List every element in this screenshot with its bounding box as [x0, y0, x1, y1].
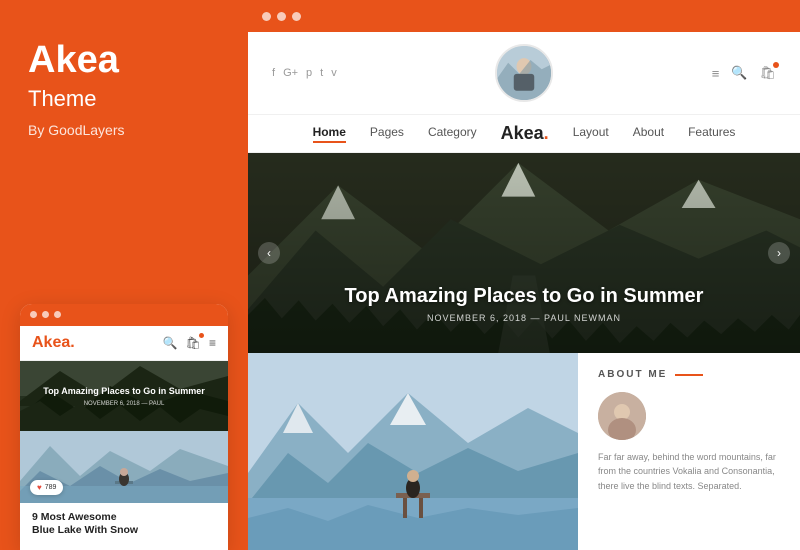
hero-title: Top Amazing Places to Go in Summer	[248, 285, 800, 308]
second-row: ABOUT ME Far far away, behind the word m…	[248, 353, 800, 550]
desktop-logo-dot: .	[544, 123, 549, 143]
desktop-logo: Akea.	[501, 123, 549, 144]
heart-icon: ♥	[37, 483, 42, 492]
avatar	[495, 44, 553, 102]
mobile-logo-dot: .	[70, 334, 74, 351]
browser-dot-1	[262, 12, 271, 21]
mobile-menu-icon[interactable]: ≡	[209, 336, 216, 350]
social-google[interactable]: G+	[283, 67, 298, 79]
mobile-hero-content: Top Amazing Places to Go in Summer NOVEM…	[35, 385, 213, 407]
nav-right: ≡ 🔍 🛍	[712, 65, 776, 81]
about-avatar-svg	[598, 392, 646, 440]
menu-item-pages[interactable]: Pages	[370, 125, 404, 143]
mobile-hero-meta: NOVEMBER 6, 2018 — PAUL	[35, 401, 213, 407]
mobile-search-icon[interactable]: 🔍	[163, 336, 178, 350]
avatar-container	[353, 44, 696, 102]
menu-item-home[interactable]: Home	[313, 125, 346, 143]
mobile-hero-title: Top Amazing Places to Go in Summer	[35, 385, 213, 398]
about-title: ABOUT ME	[598, 369, 780, 380]
browser-top-bar	[248, 0, 800, 32]
mobile-logo-text: Akea	[32, 334, 70, 351]
mobile-dot-1	[30, 311, 37, 318]
social-pinterest[interactable]: p	[306, 67, 312, 79]
cart-icon[interactable]: 🛍	[759, 65, 776, 81]
cart-dot-badge	[773, 62, 779, 68]
social-facebook[interactable]: f	[272, 67, 275, 79]
browser-dot-2	[277, 12, 286, 21]
mobile-second-image: ♥ 789	[20, 431, 228, 503]
sidebar: Akea Theme By GoodLayers Akea. 🔍 🛍 ≡	[0, 0, 248, 550]
mobile-card-text: 9 Most Awesome Blue Lake With Snow	[20, 503, 228, 550]
hero-section: Top Amazing Places to Go in Summer NOVEM…	[248, 153, 800, 550]
mobile-dot-2	[42, 311, 49, 318]
mobile-dot-3	[54, 311, 61, 318]
hero-overlay	[248, 153, 800, 353]
lake-image	[248, 353, 578, 550]
mobile-cart-icon[interactable]: 🛍	[186, 336, 201, 350]
hamburger-icon[interactable]: ≡	[712, 66, 720, 81]
mobile-preview-card: Akea. 🔍 🛍 ≡ Top Amaz	[20, 304, 228, 550]
mobile-header-bar	[20, 304, 228, 326]
mobile-logo: Akea.	[32, 334, 75, 352]
mobile-card-title-line1: 9 Most Awesome	[32, 511, 216, 525]
browser-dot-3	[292, 12, 301, 21]
desktop-nav: f G+ p t v ≡	[248, 32, 800, 115]
brand-title: Akea	[28, 40, 220, 82]
mobile-nav: Akea. 🔍 🛍 ≡	[20, 326, 228, 361]
hero-prev-button[interactable]: ‹	[258, 242, 280, 264]
hero-content: Top Amazing Places to Go in Summer NOVEM…	[248, 285, 800, 323]
lake-svg	[248, 353, 578, 550]
menu-item-about[interactable]: About	[633, 125, 664, 143]
social-icons: f G+ p t v	[272, 67, 337, 79]
brand-subtitle: Theme	[28, 86, 220, 112]
mobile-card-title: 9 Most Awesome Blue Lake With Snow	[32, 511, 216, 538]
menu-item-layout[interactable]: Layout	[573, 125, 609, 143]
menu-item-features[interactable]: Features	[688, 125, 735, 143]
browser-area: f G+ p t v ≡	[248, 0, 800, 550]
about-avatar	[598, 392, 646, 440]
mobile-like-button[interactable]: ♥ 789	[30, 480, 63, 495]
mobile-card-title-line2: Blue Lake With Snow	[32, 524, 216, 538]
avatar-svg	[497, 44, 551, 102]
hero-next-button[interactable]: ›	[768, 242, 790, 264]
browser-content: f G+ p t v ≡	[248, 32, 800, 550]
main-content: Top Amazing Places to Go in Summer NOVEM…	[248, 153, 800, 550]
about-text: Far far away, behind the word mountains,…	[598, 450, 780, 493]
search-icon[interactable]: 🔍	[731, 65, 747, 81]
mobile-nav-icons: 🔍 🛍 ≡	[163, 336, 216, 350]
hero-slider: Top Amazing Places to Go in Summer NOVEM…	[248, 153, 800, 353]
menu-item-category[interactable]: Category	[428, 125, 477, 143]
mobile-cart-badge	[199, 333, 204, 338]
desktop-menu: Home Pages Category Akea. Layout About F…	[248, 115, 800, 153]
about-panel: ABOUT ME Far far away, behind the word m…	[578, 353, 800, 550]
social-twitter[interactable]: t	[320, 67, 323, 79]
hero-meta: NOVEMBER 6, 2018 — PAUL NEWMAN	[248, 313, 800, 323]
like-count: 789	[45, 484, 57, 491]
brand-by: By GoodLayers	[28, 122, 220, 138]
social-vimeo[interactable]: v	[331, 67, 337, 79]
mobile-hero-image: Top Amazing Places to Go in Summer NOVEM…	[20, 361, 228, 431]
